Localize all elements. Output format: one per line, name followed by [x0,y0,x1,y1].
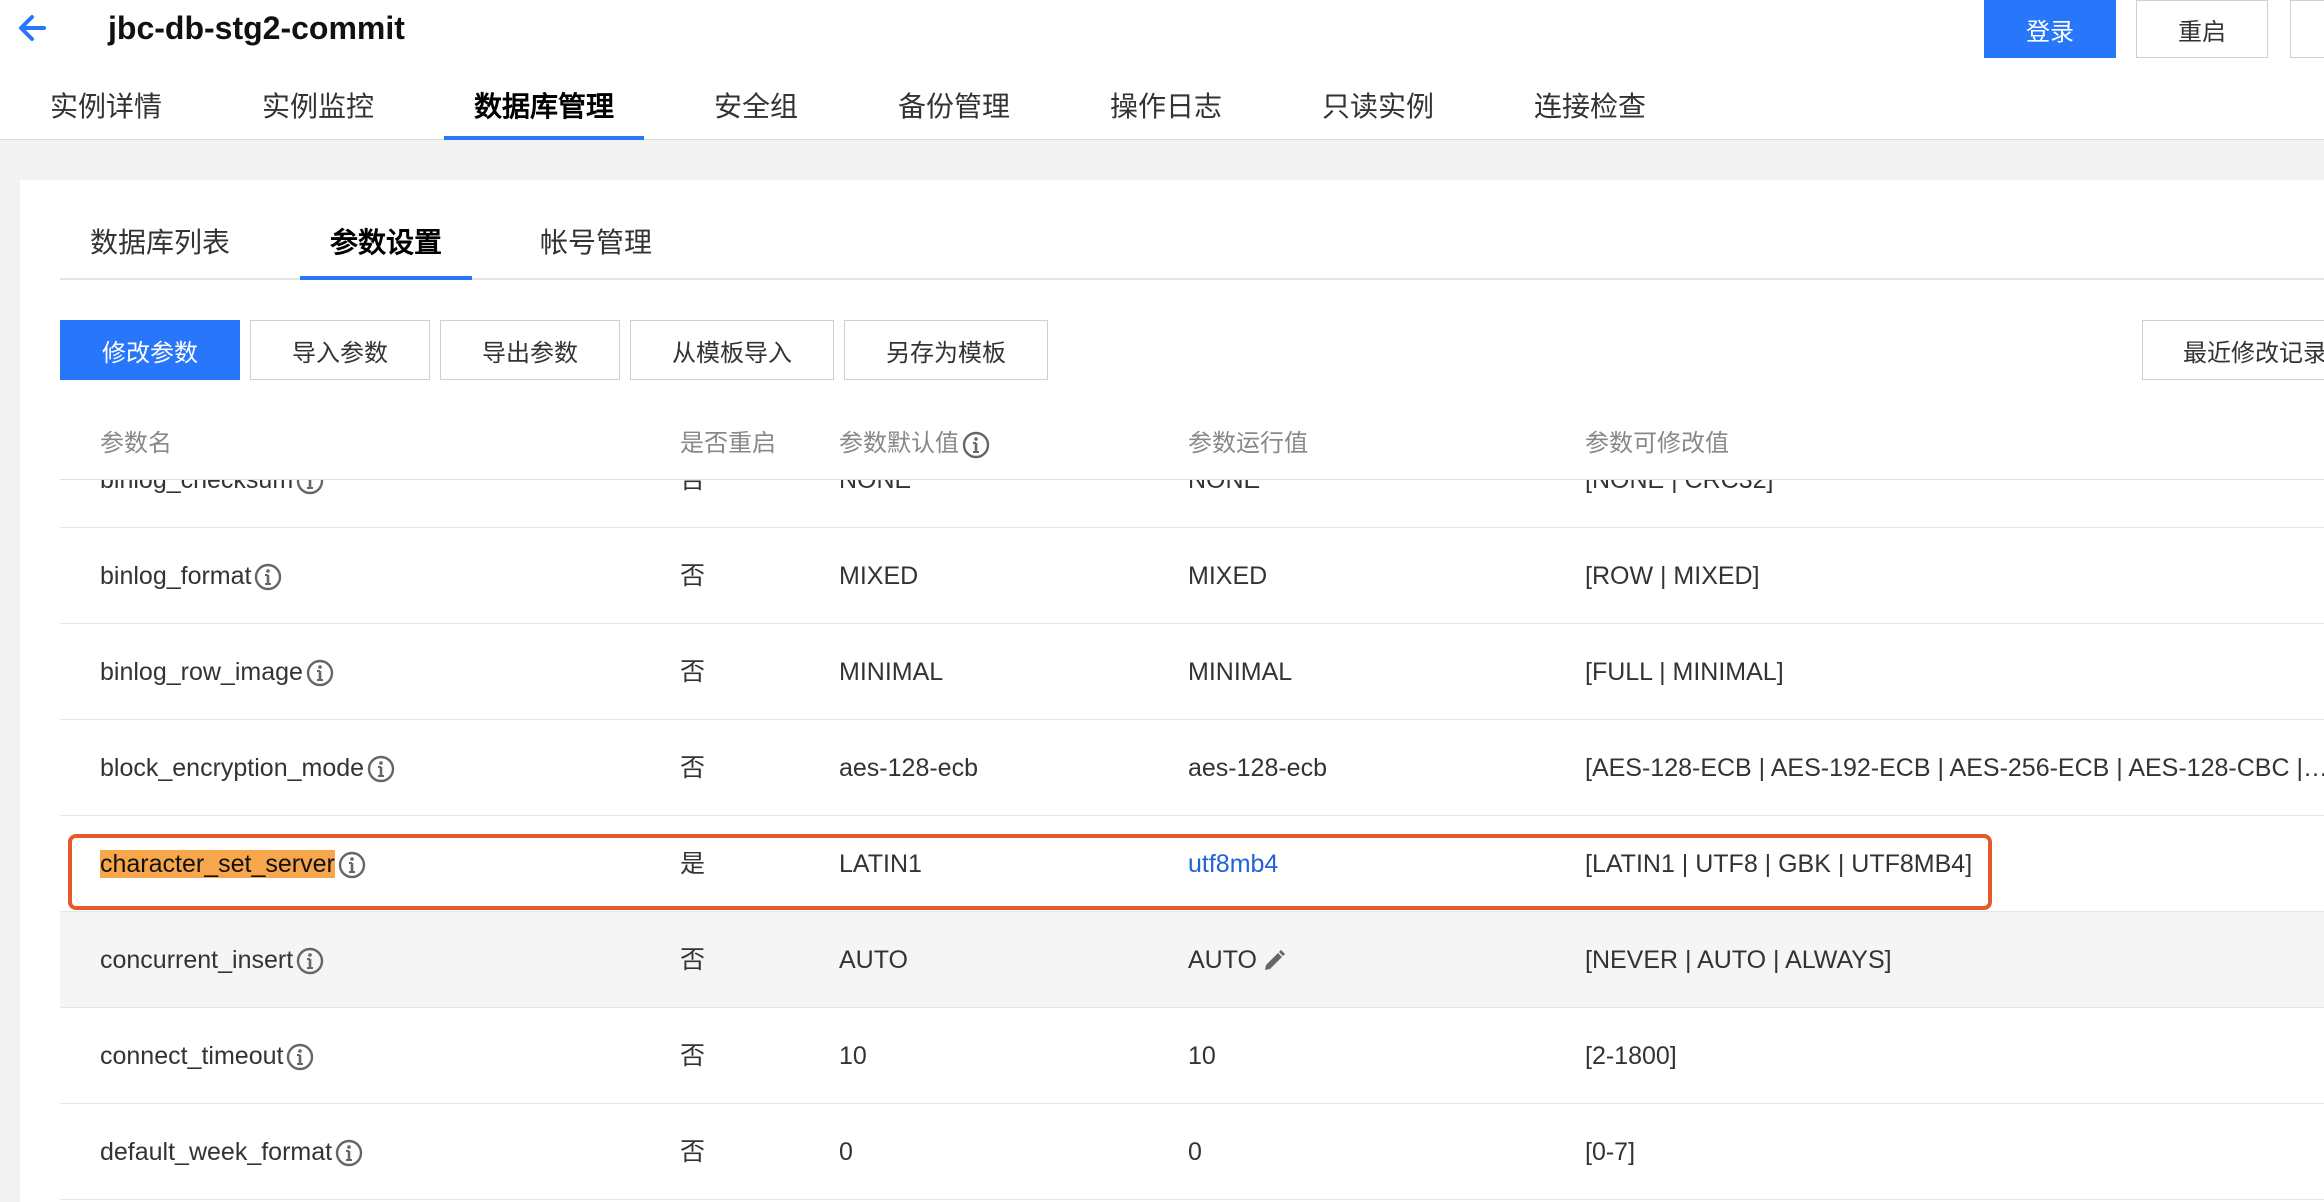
info-icon[interactable] [337,850,367,880]
allowed-values-cell: [2-1800] [1585,1042,1677,1070]
info-icon[interactable] [285,1042,315,1072]
tab-readonly-instance[interactable]: 只读实例 [1322,82,1434,140]
header-default-label: 参数默认值 [839,430,959,457]
table-row: binlog_checksum 否 NONE NONE [NONE | CRC3… [60,480,2324,528]
tab-backup-management[interactable]: 备份管理 [898,82,1010,140]
restart-cell: 否 [680,562,706,590]
top-bar: jbc-db-stg2-commit 登录 重启 实例详情 实例监控 数据库管理… [0,0,2324,140]
restart-cell: 是 [680,850,706,878]
tab-connection-check[interactable]: 连接检查 [1534,82,1646,140]
pencil-edit-icon[interactable] [1261,948,1287,974]
export-params-button[interactable]: 导出参数 [440,320,620,380]
modify-params-button[interactable]: 修改参数 [60,320,240,380]
instance-title: jbc-db-stg2-commit [108,10,405,46]
subtab-account-management[interactable]: 帐号管理 [510,210,682,280]
default-value-cell: LATIN1 [839,850,922,878]
param-name: binlog_checksum [100,480,294,494]
param-name-cell: binlog_checksum [100,480,660,528]
info-icon[interactable] [334,1138,364,1168]
param-name: binlog_format [100,562,252,590]
param-name: connect_timeout [100,1042,284,1070]
tab-operation-log[interactable]: 操作日志 [1110,82,1222,140]
tab-database-management[interactable]: 数据库管理 [444,82,644,140]
param-name-cell: character_set_server [100,816,660,912]
allowed-values-cell: [0-7] [1585,1138,1636,1166]
default-value-cell: 0 [839,1138,853,1166]
table-row: connect_timeout 否 10 10 [2-1800] [60,1008,2324,1104]
param-name-cell: block_encryption_mode [100,720,660,816]
allowed-values-cell: [FULL | MINIMAL] [1585,658,1784,686]
default-value-cell: 10 [839,1042,867,1070]
default-value-cell: aes-128-ecb [839,754,978,782]
param-name: character_set_server [100,850,335,878]
info-icon[interactable] [305,658,335,688]
info-icon[interactable] [295,480,325,496]
restart-cell: 否 [680,1042,706,1070]
header-allowed-values: 参数可修改值 [1585,430,1729,457]
param-name-cell: concurrent_insert [100,912,660,1008]
tab-instance-details[interactable]: 实例详情 [50,82,162,140]
restart-cell: 否 [680,658,706,686]
table-row: binlog_row_image 否 MINIMAL MINIMAL [FULL… [60,624,2324,720]
subtab-parameter-settings[interactable]: 参数设置 [300,210,472,280]
allowed-values-cell: [AES-128-ECB | AES-192-ECB | AES-256-ECB… [1585,754,2324,782]
more-button[interactable] [2290,0,2324,58]
sub-tabs: 数据库列表 参数设置 帐号管理 [60,210,2324,280]
header-running-value: 参数运行值 [1188,430,1308,457]
param-name: default_week_format [100,1138,333,1166]
restart-cell: 否 [680,1138,706,1166]
header-param-name: 参数名 [100,430,172,457]
allowed-values-cell: [LATIN1 | UTF8 | GBK | UTF8MB4] [1585,850,1973,878]
table-row: concurrent_insert 否 AUTO AUTO [NEVER | A… [60,912,2324,1008]
info-icon[interactable] [295,946,325,976]
allowed-values-cell: [NONE | CRC32] [1585,480,1774,494]
allowed-values-cell: [NEVER | AUTO | ALWAYS] [1585,946,1892,974]
info-icon[interactable] [253,562,283,592]
table-row: default_week_format 否 0 0 [0-7] [60,1104,2324,1200]
allowed-values-cell: [ROW | MIXED] [1585,562,1760,590]
import-from-template-button[interactable]: 从模板导入 [630,320,834,380]
info-icon[interactable] [366,754,396,784]
tab-security-group[interactable]: 安全组 [714,82,798,140]
recent-changes-button[interactable]: 最近修改记录 [2142,320,2324,380]
default-value-cell: MINIMAL [839,658,944,686]
param-name-cell: connect_timeout [100,1008,660,1104]
table-header: 参数名 是否重启 参数默认值 参数运行值 参数可修改值 [60,408,2324,480]
content-card: 数据库列表 参数设置 帐号管理 修改参数 导入参数 导出参数 从模板导入 另存为… [20,180,2324,1202]
header-restart: 是否重启 [680,430,776,457]
login-button[interactable]: 登录 [1984,0,2116,58]
param-name: block_encryption_mode [100,754,365,782]
param-name-cell: default_week_format [100,1104,660,1200]
subtab-database-list[interactable]: 数据库列表 [60,210,260,280]
default-value-cell: NONE [839,480,912,494]
param-name: concurrent_insert [100,946,294,974]
default-value-cell: MIXED [839,562,919,590]
default-value-cell: AUTO [839,946,908,974]
param-name-cell: binlog_row_image [100,624,660,720]
header-default-value: 参数默认值 [839,408,991,480]
param-name-cell: binlog_format [100,528,660,624]
running-value: AUTO [1188,946,1257,974]
import-params-button[interactable]: 导入参数 [250,320,430,380]
param-table-body: binlog_checksum 否 NONE NONE [NONE | CRC3… [60,480,2324,1202]
restart-cell: 否 [680,480,706,494]
info-icon[interactable] [961,430,991,460]
restart-cell: 否 [680,754,706,782]
restart-button[interactable]: 重启 [2136,0,2268,58]
table-row: binlog_format 否 MIXED MIXED [ROW | MIXED… [60,528,2324,624]
back-arrow-icon[interactable] [14,8,54,48]
table-row: block_encryption_mode 否 aes-128-ecb aes-… [60,720,2324,816]
restart-cell: 否 [680,946,706,974]
param-name: binlog_row_image [100,658,303,686]
table-row-highlighted: character_set_server 是 LATIN1 utf8mb4 [L… [60,816,2324,912]
tab-instance-monitor[interactable]: 实例监控 [262,82,374,140]
save-as-template-button[interactable]: 另存为模板 [844,320,1048,380]
